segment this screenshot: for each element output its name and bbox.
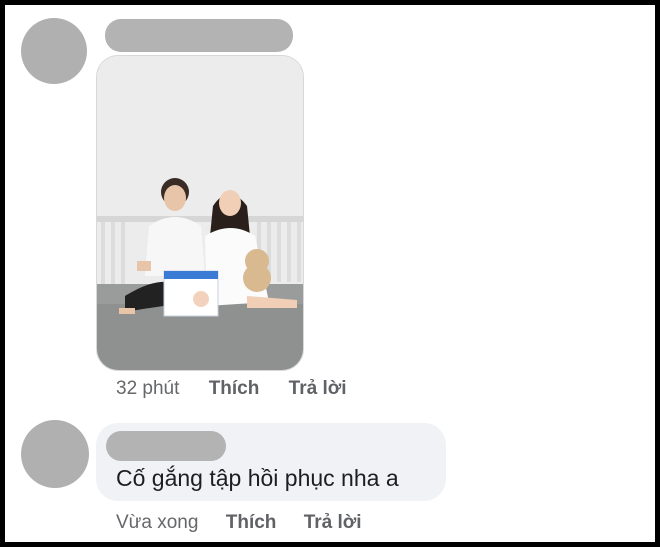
comment-time[interactable]: 32 phút [116, 378, 179, 399]
comment-time[interactable]: Vừa xong [116, 512, 198, 533]
reply-button[interactable]: Trả lời [304, 512, 362, 533]
like-button[interactable]: Thích [226, 512, 277, 533]
comment-bubble[interactable]: Cố gắng tập hồi phục nha a [96, 423, 446, 501]
photo-illustration [97, 56, 303, 370]
comment-photo[interactable] [96, 55, 304, 371]
comment-text: Cố gắng tập hồi phục nha a [116, 465, 399, 491]
comment-meta: 32 phút Thích Trả lời [116, 378, 347, 400]
reply-button[interactable]: Trả lời [289, 378, 347, 399]
avatar[interactable] [21, 18, 87, 84]
commenter-name-redacted[interactable] [106, 431, 226, 461]
comment-thread: 32 phút Thích Trả lời Cố gắng tập hồi ph… [5, 5, 655, 542]
commenter-name-redacted[interactable] [105, 19, 293, 52]
avatar[interactable] [21, 420, 89, 488]
comment-meta: Vừa xong Thích Trả lời [116, 512, 362, 534]
like-button[interactable]: Thích [209, 378, 260, 399]
